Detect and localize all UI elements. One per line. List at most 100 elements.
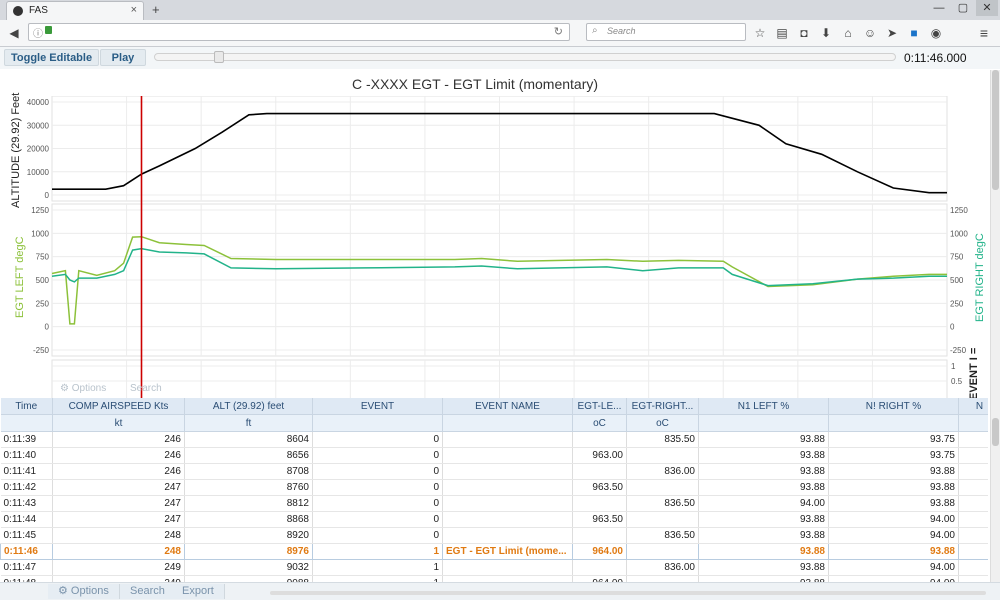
reader-list-icon[interactable]: ▤ [774,25,790,41]
column-header[interactable]: N [958,398,988,415]
table-cell[interactable]: 246 [52,431,185,448]
close-window-button[interactable]: ✕ [976,0,998,16]
table-cell[interactable]: 94.00 [698,495,829,512]
bookmark-star-icon[interactable]: ☆ [752,25,768,41]
table-row[interactable]: 0:11:40 246 8656 0 963.00 93.88 93.75 [0,447,988,464]
table-cell[interactable]: 247 [52,495,185,512]
table-cell[interactable] [442,527,573,544]
table-cell[interactable]: 93.88 [828,479,959,496]
download-icon[interactable]: ⬇ [818,25,834,41]
table-cell[interactable]: 93.88 [828,543,959,560]
table-cell[interactable]: 963.00 [572,447,627,464]
table-cell[interactable] [626,447,699,464]
chart-search-tab[interactable]: Search [130,383,162,394]
maximize-button[interactable]: ▢ [952,0,974,16]
table-cell[interactable] [958,543,988,560]
table-cell[interactable]: 963.50 [572,511,627,528]
table-cell[interactable]: 0 [312,479,443,496]
table-cell[interactable]: 93.88 [698,559,829,576]
table-cell[interactable] [572,559,627,576]
table-cell[interactable]: 0 [312,463,443,480]
timeline-slider[interactable] [154,51,896,63]
table-cell[interactable]: 93.75 [828,447,959,464]
export-tab[interactable]: Export [172,584,225,599]
column-header[interactable]: COMP AIRSPEED Kts [52,398,185,415]
table-cell[interactable] [442,495,573,512]
table-cell[interactable]: 8656 [184,447,313,464]
table-cell[interactable]: 93.88 [828,463,959,480]
table-cell[interactable] [442,479,573,496]
table-cell[interactable] [958,431,988,448]
play-button[interactable]: Play [100,49,146,66]
table-cell[interactable] [442,447,573,464]
table-cell[interactable]: 0 [312,527,443,544]
table-cell[interactable]: 246 [52,447,185,464]
table-cell[interactable] [958,511,988,528]
table-cell[interactable]: 8976 [184,543,313,560]
options-tab[interactable]: ⚙ Options [48,584,120,599]
table-cell[interactable]: 836.00 [626,463,699,480]
table-scrollbar[interactable] [990,398,1000,590]
table-row[interactable]: 0:11:45 248 8920 0 836.50 93.88 94.00 [0,527,988,544]
table-cell[interactable]: 963.50 [572,479,627,496]
table-row-selected[interactable]: 0:11:46 248 8976 1 EGT - EGT Limit (mome... 9… [0,543,988,560]
table-row[interactable]: 0:11:41 246 8708 0 836.00 93.88 93.88 [0,463,988,480]
table-cell[interactable] [626,543,699,560]
table-cell[interactable]: 8604 [184,431,313,448]
table-cell[interactable]: 1 [312,559,443,576]
table-cell[interactable]: 0:11:46 [0,543,53,560]
circle-extension-icon[interactable]: ◉ [928,25,944,41]
minimize-button[interactable]: — [928,0,950,16]
search-tab[interactable]: Search [120,584,176,599]
table-cell[interactable]: 93.88 [698,479,829,496]
column-header[interactable]: Time [0,398,53,415]
table-cell[interactable]: 836.50 [626,495,699,512]
table-cell[interactable]: 0:11:42 [0,479,53,496]
table-cell[interactable] [442,431,573,448]
table-cell[interactable]: 0:11:41 [0,463,53,480]
info-icon[interactable]: ⓘ [33,25,43,40]
table-row[interactable]: 0:11:39 246 8604 0 835.50 93.88 93.75 [0,431,988,448]
table-cell[interactable]: 94.00 [828,527,959,544]
table-cell[interactable]: 93.88 [698,447,829,464]
table-cell[interactable] [442,511,573,528]
table-cell[interactable]: 248 [52,543,185,560]
table-cell[interactable]: 93.88 [698,527,829,544]
table-cell[interactable]: 0 [312,447,443,464]
table-cell[interactable] [572,463,627,480]
table-cell[interactable]: 836.00 [626,559,699,576]
table-cell[interactable] [572,527,627,544]
table-cell[interactable]: 836.50 [626,527,699,544]
table-cell[interactable]: 246 [52,463,185,480]
table-cell[interactable]: 249 [52,559,185,576]
toggle-editable-button[interactable]: Toggle Editable [4,49,100,66]
table-scrollbar-thumb[interactable] [992,418,999,446]
table-cell[interactable]: 248 [52,527,185,544]
smiley-icon[interactable]: ☺ [862,25,878,41]
search-box[interactable]: ⌕ Search [586,23,746,41]
table-row[interactable]: 0:11:47 249 9032 1 836.00 93.88 94.00 [0,559,988,576]
table-cell[interactable]: 247 [52,511,185,528]
table-row[interactable]: 0:11:42 247 8760 0 963.50 93.88 93.88 [0,479,988,496]
table-cell[interactable]: EGT - EGT Limit (mome... [442,543,573,560]
table-cell[interactable]: 0 [312,431,443,448]
table-cell[interactable] [958,495,988,512]
table-cell[interactable]: 9032 [184,559,313,576]
column-header[interactable]: EGT-RIGHT... [626,398,699,415]
table-cell[interactable]: 0:11:40 [0,447,53,464]
table-cell[interactable]: 0:11:43 [0,495,53,512]
table-cell[interactable] [572,495,627,512]
chart-options-tab[interactable]: ⚙ Options [60,383,106,394]
table-cell[interactable]: 93.88 [828,495,959,512]
table-cell[interactable]: 0:11:45 [0,527,53,544]
table-cell[interactable]: 93.88 [698,511,829,528]
table-cell[interactable] [958,463,988,480]
table-cell[interactable]: 247 [52,479,185,496]
table-cell[interactable]: 964.00 [572,543,627,560]
table-cell[interactable] [626,479,699,496]
table-cell[interactable] [958,479,988,496]
extension-icon[interactable]: ■ [906,25,922,41]
table-cell[interactable]: 94.00 [828,559,959,576]
table-cell[interactable]: 0:11:44 [0,511,53,528]
hamburger-menu-icon[interactable]: ≡ [976,25,992,41]
